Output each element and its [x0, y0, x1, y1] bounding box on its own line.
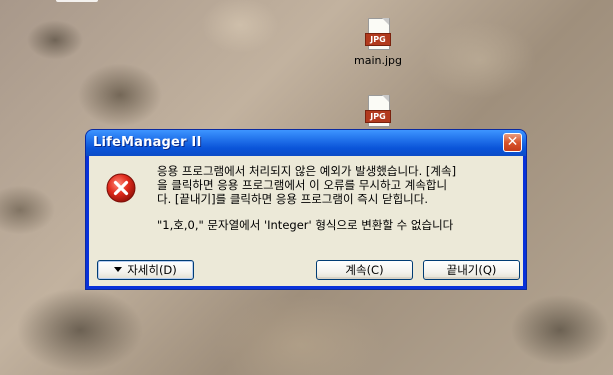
desktop-icon-label: main.jpg [353, 54, 402, 67]
continue-button-label: 계속(C) [345, 263, 384, 277]
quit-button[interactable]: 끝내기(Q) [423, 260, 520, 280]
close-button[interactable]: ✕ [503, 133, 522, 152]
jpg-file-icon: JPG [365, 95, 391, 127]
details-button[interactable]: 자세히(D) [97, 260, 194, 280]
dialog-body: 응용 프로그램에서 처리되지 않은 예외가 발생했습니다. [계속] 을 클릭하… [89, 156, 523, 286]
error-message: 응용 프로그램에서 처리되지 않은 예외가 발생했습니다. [계속] 을 클릭하… [157, 164, 507, 232]
desktop-icon-jpg-2[interactable]: JPG [343, 95, 413, 127]
exception-detail: "1,호,0," 문자열에서 'Integer' 형식으로 변환할 수 없습니다 [157, 218, 454, 232]
close-icon: ✕ [506, 134, 519, 150]
chevron-down-icon [114, 267, 123, 272]
message-line: 응용 프로그램에서 처리되지 않은 예외가 발생했습니다. [계속] [157, 164, 457, 178]
error-x-icon [106, 173, 136, 203]
details-button-label: 자세히(D) [127, 263, 177, 277]
jpg-badge: JPG [365, 33, 391, 46]
message-line: 다. [끝내기]를 클릭하면 응용 프로그램이 즉시 닫힙니다. [157, 192, 428, 206]
continue-button[interactable]: 계속(C) [316, 260, 413, 280]
desktop-icon-label-partial [56, 0, 98, 2]
desktop-icon-main-jpg[interactable]: JPG main.jpg [343, 18, 413, 67]
dialog-titlebar[interactable]: LifeManager II ✕ [86, 130, 526, 156]
jpg-badge: JPG [365, 110, 391, 123]
quit-button-label: 끝내기(Q) [446, 263, 497, 277]
jpg-file-icon: JPG [365, 18, 391, 50]
message-line: 을 클릭하면 응용 프로그램에서 이 오류를 무시하고 계속합니 [157, 178, 448, 192]
dialog-title: LifeManager II [93, 135, 202, 150]
error-dialog: LifeManager II ✕ 응용 프로그램에서 처리되지 않은 예외가 발… [85, 129, 527, 290]
